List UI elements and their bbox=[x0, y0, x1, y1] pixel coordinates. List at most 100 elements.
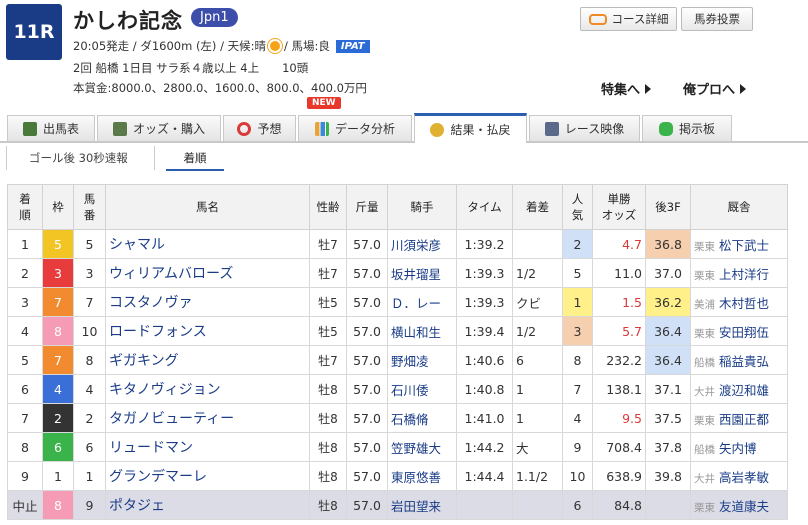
horse-name-link[interactable]: ウィリアムバローズ bbox=[109, 266, 233, 282]
divider bbox=[154, 146, 155, 170]
horse-name-link[interactable]: グランデマーレ bbox=[109, 469, 207, 485]
trainer-cell: 栗東 西園正都 bbox=[690, 403, 788, 433]
jockey-cell: 笠野雄大 bbox=[387, 432, 457, 462]
tab-race-video[interactable]: レース映像 bbox=[529, 115, 640, 141]
trainer-link[interactable]: 渡辺和雄 bbox=[719, 383, 769, 398]
sex-age-cell: 牡8 bbox=[309, 490, 347, 520]
subtab-order[interactable]: 着順 bbox=[166, 150, 224, 171]
trainer-link[interactable]: 西園正都 bbox=[719, 412, 769, 427]
trainer-link[interactable]: 友道康夫 bbox=[719, 499, 769, 514]
weight-cell: 57.0 bbox=[346, 229, 388, 259]
odds-cell: 232.2 bbox=[592, 345, 646, 375]
new-badge: NEW bbox=[307, 97, 341, 109]
popularity-cell: 5 bbox=[562, 258, 593, 288]
vote-button[interactable]: 馬券投票 bbox=[681, 7, 753, 31]
results-table: 着順 枠 馬番 馬名 性齢 斤量 騎手 タイム 着差 人気 単勝 オッズ 後3F … bbox=[7, 184, 788, 520]
divider bbox=[6, 146, 7, 170]
weight-cell: 57.0 bbox=[346, 287, 388, 317]
horse-name-cell: ウィリアムバローズ bbox=[105, 258, 310, 288]
jockey-cell: 東原悠善 bbox=[387, 461, 457, 491]
time-cell: 1:44.4 bbox=[456, 461, 513, 491]
time-cell: 1:40.8 bbox=[456, 374, 513, 404]
weight-cell: 57.0 bbox=[346, 258, 388, 288]
special-link[interactable]: 特集へ bbox=[601, 79, 652, 98]
horse-name-link[interactable]: ギガキング bbox=[109, 353, 179, 369]
horse-name-cell: グランデマーレ bbox=[105, 461, 310, 491]
jockey-link[interactable]: 笠野雄大 bbox=[391, 441, 441, 456]
horse-name-cell: キタノヴィジョン bbox=[105, 374, 310, 404]
jockey-cell: 野畑凌 bbox=[387, 345, 457, 375]
horse-name-link[interactable]: タガノビューティー bbox=[109, 411, 234, 427]
jockey-link[interactable]: 川須栄彦 bbox=[391, 238, 441, 253]
tab-data-analysis[interactable]: データ分析 bbox=[298, 115, 412, 141]
tab-board[interactable]: 掲示板 bbox=[642, 115, 732, 141]
time-cell: 1:39.3 bbox=[456, 258, 513, 288]
orepro-link[interactable]: 俺プロへ bbox=[683, 79, 747, 98]
header-horse: 馬名 bbox=[105, 184, 310, 230]
weight-cell: 57.0 bbox=[346, 490, 388, 520]
last3f-cell: 39.8 bbox=[645, 461, 691, 491]
race-conditions: 20:05発走 / ダ1600m (左) / 天候:晴 / 馬場:良 IPAT bbox=[73, 38, 370, 54]
jockey-link[interactable]: 石川倭 bbox=[391, 383, 429, 398]
last3f-cell: 36.8 bbox=[645, 229, 691, 259]
ipat-badge[interactable]: IPAT bbox=[335, 40, 370, 53]
horse-name-link[interactable]: リュードマン bbox=[109, 440, 193, 456]
tab-entries[interactable]: 出馬表 bbox=[7, 115, 95, 141]
frame-cell: 1 bbox=[42, 461, 74, 491]
region-label: 栗東 bbox=[694, 501, 715, 514]
weight-cell: 57.0 bbox=[346, 316, 388, 346]
time-cell: 1:39.3 bbox=[456, 287, 513, 317]
horse-number-cell: 10 bbox=[73, 316, 106, 346]
jockey-cell: 石川倭 bbox=[387, 374, 457, 404]
horse-name-link[interactable]: ポタジェ bbox=[109, 498, 165, 514]
header-number: 馬番 bbox=[73, 184, 106, 230]
horse-name-link[interactable]: ロードフォンス bbox=[109, 324, 207, 340]
course-detail-label: コース詳細 bbox=[611, 12, 669, 26]
race-meta: 2回 船橋 1日目 サラ系４歳以上 4上 10頭 bbox=[73, 61, 309, 75]
sex-age-cell: 牡7 bbox=[309, 345, 347, 375]
horse-number-cell: 8 bbox=[73, 345, 106, 375]
rank-cell: 中止 bbox=[7, 490, 43, 520]
horse-number-cell: 5 bbox=[73, 229, 106, 259]
jockey-link[interactable]: 東原悠善 bbox=[391, 470, 441, 485]
tab-prediction[interactable]: 予想 bbox=[223, 115, 296, 141]
jockey-link[interactable]: 野畑凌 bbox=[391, 354, 429, 369]
sex-age-cell: 牡5 bbox=[309, 287, 347, 317]
odds-cell: 5.7 bbox=[592, 316, 646, 346]
header-last3f: 後3F bbox=[645, 184, 691, 230]
tab-odds[interactable]: オッズ・購入 bbox=[97, 115, 221, 141]
trainer-link[interactable]: 稲益貴弘 bbox=[719, 354, 769, 369]
horse-name-cell: シャマル bbox=[105, 229, 310, 259]
trainer-link[interactable]: 矢内博 bbox=[719, 441, 757, 456]
tab-results[interactable]: 結果・払戻 bbox=[414, 113, 527, 143]
jockey-link[interactable]: 横山和生 bbox=[391, 325, 441, 340]
trainer-link[interactable]: 安田翔伍 bbox=[719, 325, 769, 340]
trainer-link[interactable]: 松下武士 bbox=[719, 238, 769, 253]
trainer-link[interactable]: 高岩孝敏 bbox=[719, 470, 769, 485]
odds-cell: 1.5 bbox=[592, 287, 646, 317]
popularity-cell: 9 bbox=[562, 432, 593, 462]
table-row: 4 8 10 ロードフォンス 牡5 57.0 横山和生 1:39.4 1/2 3 5.7 36.4 栗東… bbox=[7, 316, 788, 346]
sex-age-cell: 牡7 bbox=[309, 258, 347, 288]
horse-name-link[interactable]: キタノヴィジョン bbox=[109, 382, 221, 398]
jockey-link[interactable]: 石橋脩 bbox=[391, 412, 429, 427]
trainer-link[interactable]: 上村洋行 bbox=[719, 267, 769, 282]
frame-cell: 6 bbox=[42, 432, 74, 462]
odds-cell: 4.7 bbox=[592, 229, 646, 259]
weight-cell: 57.0 bbox=[346, 403, 388, 433]
trainer-link[interactable]: 木村哲也 bbox=[719, 296, 769, 311]
horse-number-cell: 7 bbox=[73, 287, 106, 317]
jockey-cell: 石橋脩 bbox=[387, 403, 457, 433]
jockey-link[interactable]: Ｄ．レー bbox=[391, 296, 441, 311]
horse-name-cell: ギガキング bbox=[105, 345, 310, 375]
course-detail-button[interactable]: コース詳細 bbox=[580, 7, 677, 31]
jockey-link[interactable]: 岩田望来 bbox=[391, 499, 441, 514]
horse-number-cell: 9 bbox=[73, 490, 106, 520]
horse-name-link[interactable]: シャマル bbox=[109, 237, 165, 253]
horse-name-link[interactable]: コスタノヴァ bbox=[109, 295, 193, 311]
jockey-link[interactable]: 坂井瑠星 bbox=[391, 267, 441, 282]
arrow-right-icon bbox=[645, 84, 652, 94]
horse-name-cell: タガノビューティー bbox=[105, 403, 310, 433]
header-sex-age: 性齢 bbox=[309, 184, 347, 230]
subtab-flash[interactable]: ゴール後 30秒速報 bbox=[29, 150, 128, 166]
